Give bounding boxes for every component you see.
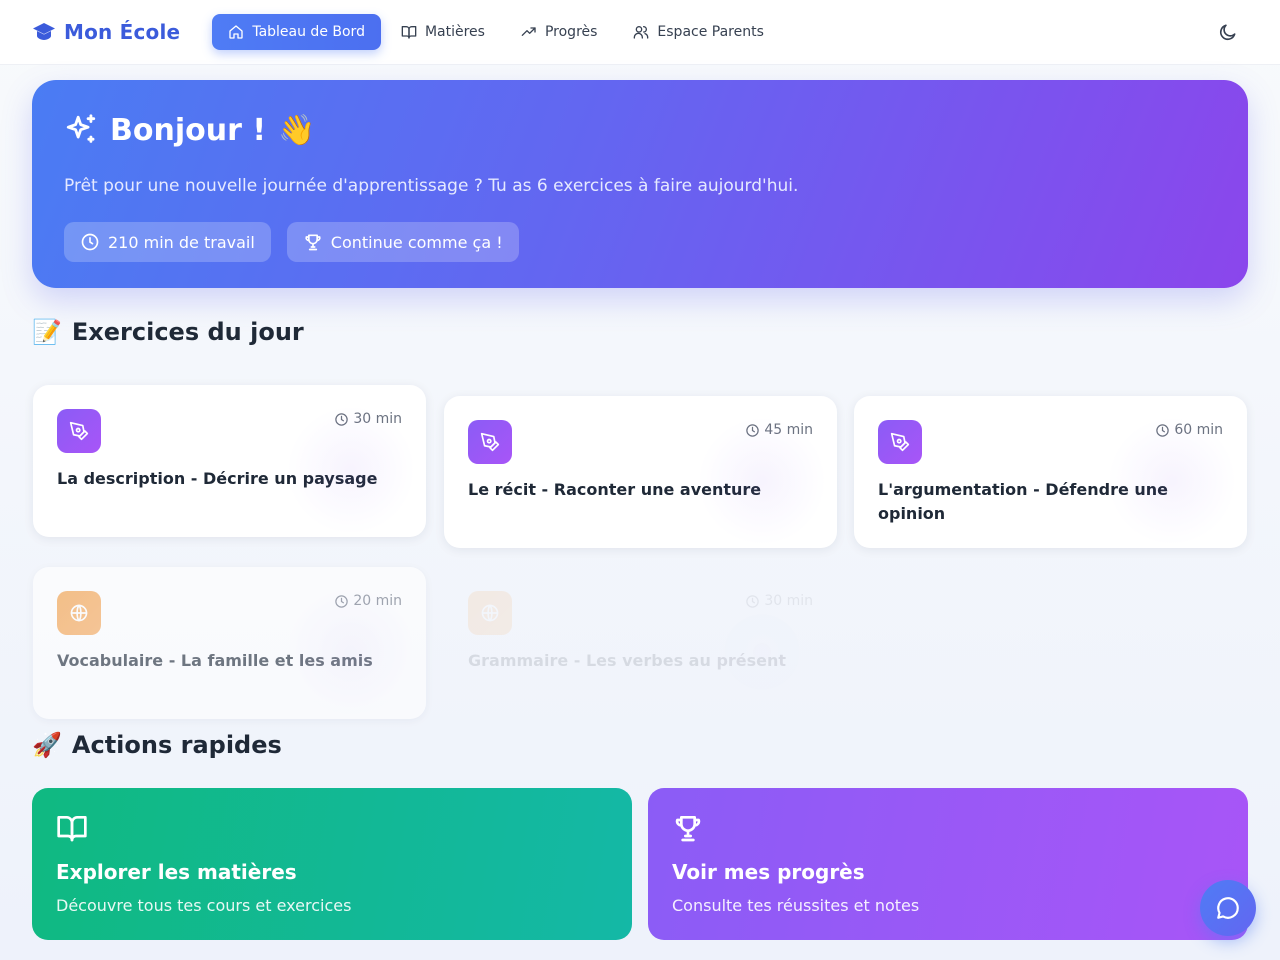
book-open-icon [401,24,417,40]
exercise-duration: 60 min [1155,422,1223,438]
duration-label: 45 min [764,422,813,438]
duration-label: 20 min [353,593,402,609]
brand[interactable]: Mon École [32,20,180,44]
exercise-duration: 20 min [334,593,402,609]
duration-label: 30 min [353,411,402,427]
nav-item-label: Tableau de Bord [252,24,365,40]
memo-emoji: 📝 [32,318,62,346]
exercise-duration: 30 min [334,411,402,427]
exercise-title: Grammaire - Les verbes au présent [468,651,787,670]
exercise-card[interactable]: 45 min Le récit - Raconter une aventure [444,396,837,548]
work-time-label: 210 min de travail [108,232,255,252]
trophy-icon [672,812,704,844]
graduation-cap-icon [32,20,56,44]
exercise-title: L'argumentation - Défendre une opinion [878,480,1169,523]
exercise-card[interactable]: 60 min L'argumentation - Défendre une op… [854,396,1247,548]
book-open-icon [56,812,88,844]
actions-heading: Actions rapides [71,731,282,759]
exercise-icon-badge [468,420,512,464]
users-icon [633,24,649,40]
waving-hand-emoji: 👋 [278,112,316,148]
action-description: Consulte tes réussites et notes [672,896,920,915]
exercise-card[interactable]: 30 min La description - Décrire un paysa… [33,385,426,537]
clock-icon [745,594,760,609]
duration-label: 60 min [1174,422,1223,438]
moon-icon [1218,22,1238,42]
exercises-section-title: 📝 Exercices du jour [32,318,304,346]
brand-name: Mon École [64,20,181,44]
explore-subjects-card[interactable]: Explorer les matières Découvre tous tes … [32,788,632,940]
message-circle-icon [1215,895,1241,921]
encouragement-badge: Continue comme ça ! [286,222,519,262]
nav-item-parents[interactable]: Espace Parents [617,14,779,50]
action-description: Découvre tous tes cours et exercices [56,896,352,915]
exercise-icon-badge [878,420,922,464]
nav-item-label: Progrès [544,24,598,40]
welcome-heading: Bonjour ! 👋 [64,112,1216,148]
clock-icon [1155,423,1170,438]
encouragement-label: Continue comme ça ! [330,232,503,252]
nav-item-subjects[interactable]: Matières [385,14,501,50]
trophy-icon [303,232,323,252]
action-title: Voir mes progrès [672,860,865,884]
exercise-duration: 45 min [745,422,813,438]
action-title: Explorer les matières [56,860,297,884]
clock-icon [334,594,349,609]
globe-icon [480,603,500,623]
work-time-badge: 210 min de travail [64,222,271,262]
exercise-icon-badge [57,591,101,635]
exercise-title: La description - Décrire un paysage [57,469,378,488]
duration-label: 30 min [764,593,813,609]
actions-section-title: 🚀 Actions rapides [32,731,282,759]
pen-tool-icon [69,421,89,441]
clock-icon [334,412,349,427]
trending-up-icon [521,24,537,40]
welcome-banner: Bonjour ! 👋 Prêt pour une nouvelle journ… [32,80,1248,288]
globe-icon [69,603,89,623]
clock-icon [745,423,760,438]
theme-toggle-button[interactable] [1216,20,1240,44]
exercise-icon-badge [468,591,512,635]
top-nav: Mon École Tableau de Bord Matières Progr… [0,0,1280,65]
nav-item-label: Matières [424,24,485,40]
pen-tool-icon [480,432,500,452]
nav-item-progress[interactable]: Progrès [505,14,613,50]
pen-tool-icon [890,432,910,452]
exercise-title: Le récit - Raconter une aventure [468,480,762,499]
exercises-heading: Exercices du jour [71,318,304,346]
view-progress-card[interactable]: Voir mes progrès Consulte tes réussites … [648,788,1248,940]
clock-icon [80,232,100,252]
exercise-title: Vocabulaire - La famille et les amis [57,651,373,670]
sparkles-icon [64,113,98,147]
exercise-duration: 30 min [745,593,813,609]
welcome-subtitle: Prêt pour une nouvelle journée d'apprent… [64,176,799,196]
rocket-emoji: 🚀 [32,731,62,759]
nav-item-label: Espace Parents [657,24,764,40]
welcome-title: Bonjour ! [110,112,267,148]
home-icon [228,24,244,40]
exercise-icon-badge [57,409,101,453]
chat-button[interactable] [1200,880,1256,936]
nav-item-dashboard[interactable]: Tableau de Bord [212,14,381,50]
exercise-card[interactable]: 20 min Vocabulaire - La famille et les a… [33,567,426,719]
exercise-card[interactable]: 30 min Grammaire - Les verbes au présent [444,567,837,719]
